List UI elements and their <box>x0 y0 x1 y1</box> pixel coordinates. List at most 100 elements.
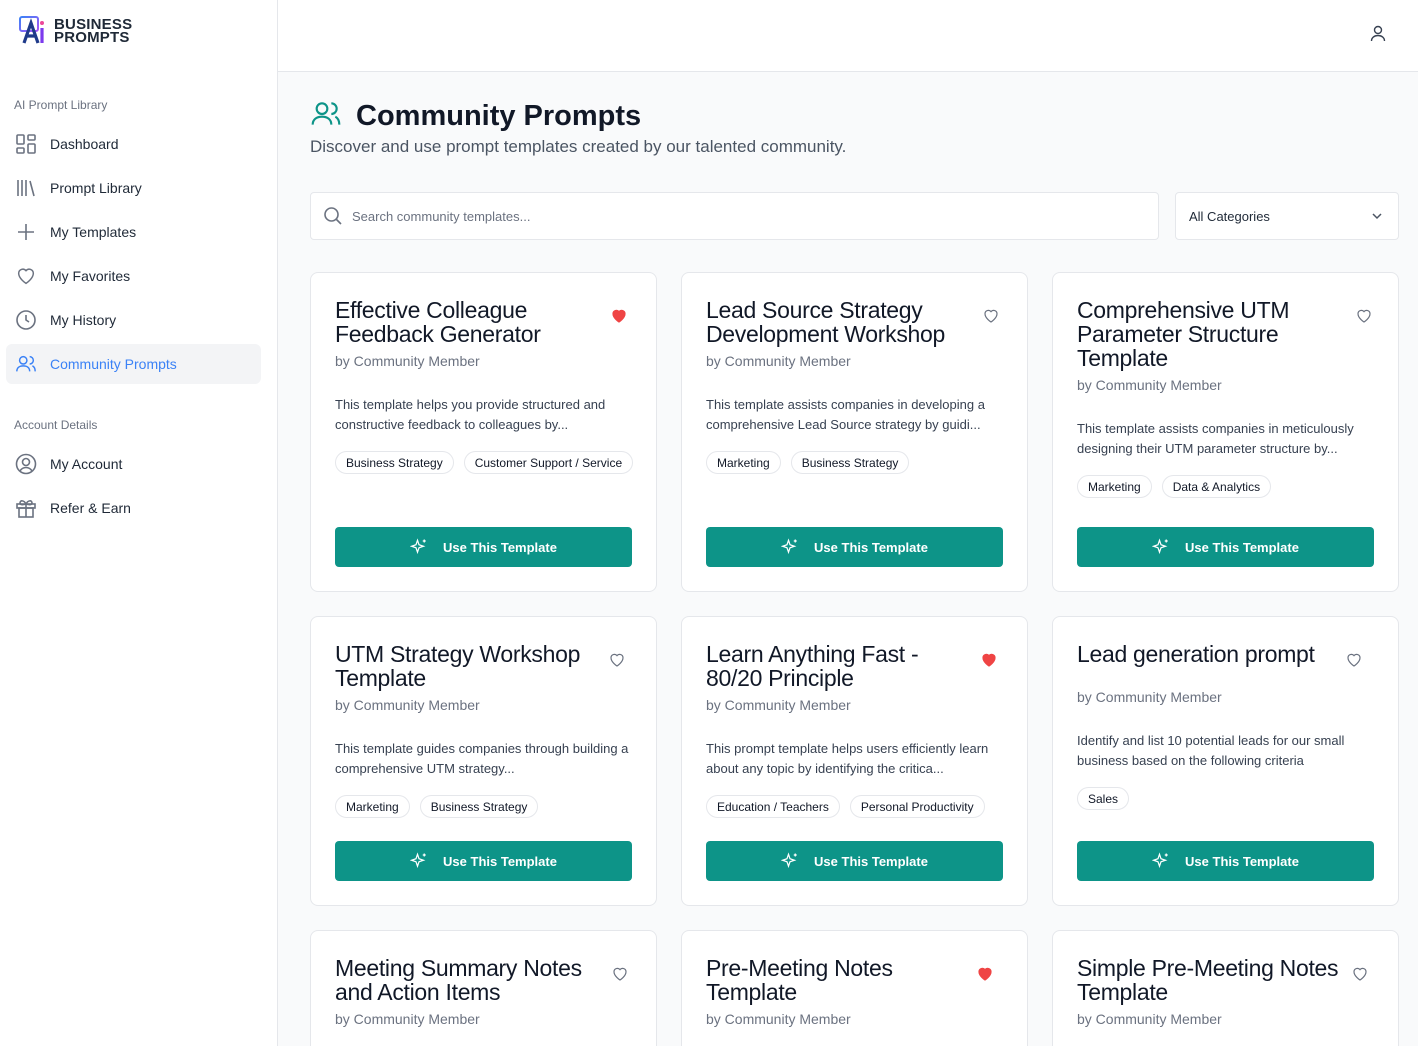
gift-icon <box>15 497 37 519</box>
use-template-button[interactable]: Use This Template <box>1077 841 1374 881</box>
template-card: Meeting Summary Notes and Action Items b… <box>310 930 657 1046</box>
category-tag[interactable]: Business Strategy <box>419 795 539 818</box>
favorite-heart-icon[interactable] <box>1351 965 1369 983</box>
section-label-library: AI Prompt Library <box>14 98 108 112</box>
brand-name: BUSINESS PROMPTS <box>54 17 132 46</box>
sidebar-item-community-prompts[interactable]: Community Prompts <box>6 344 261 384</box>
card-author: by Community Member <box>335 697 480 713</box>
brand-line2: PROMPTS <box>54 29 130 46</box>
category-tag[interactable]: Data & Analytics <box>1161 475 1272 498</box>
use-template-button[interactable]: Use This Template <box>706 841 1003 881</box>
favorite-heart-icon[interactable] <box>611 965 629 983</box>
sparkles-icon <box>781 538 797 555</box>
category-tag[interactable]: Marketing <box>335 795 410 818</box>
favorite-heart-icon[interactable] <box>982 307 1000 325</box>
favorite-heart-icon[interactable] <box>608 651 626 669</box>
category-tag[interactable]: Sales <box>1077 787 1130 810</box>
user-circle-icon <box>15 453 37 475</box>
card-title: Learn Anything Fast - 80/20 Principle <box>706 641 919 691</box>
card-title: Comprehensive UTM Parameter Structure Te… <box>1077 297 1290 371</box>
use-template-label: Use This Template <box>1185 853 1299 869</box>
category-tag[interactable]: Business Strategy <box>790 451 910 474</box>
sidebar: BUSINESS PROMPTS AI Prompt Library Dashb… <box>0 0 278 1046</box>
card-description: Identify and list 10 potential leads for… <box>1077 733 1345 768</box>
sidebar-item-label: My History <box>50 312 117 328</box>
plus-icon <box>15 221 37 243</box>
template-card: Effective Colleague Feedback Generator b… <box>310 272 657 592</box>
sidebar-item-dashboard[interactable]: Dashboard <box>6 124 261 164</box>
chevron-down-icon <box>1372 213 1382 220</box>
card-author: by Community Member <box>1077 689 1222 705</box>
sidebar-item-label: My Templates <box>50 224 137 240</box>
card-title: Lead Source Strategy Development Worksho… <box>706 297 946 347</box>
category-select-value: All Categories <box>1189 208 1270 224</box>
sidebar-item-my-favorites[interactable]: My Favorites <box>6 256 261 296</box>
search-input[interactable] <box>352 208 1132 224</box>
sidebar-item-refer-earn[interactable]: Refer & Earn <box>6 488 261 528</box>
sidebar-item-label: Refer & Earn <box>50 500 131 516</box>
sidebar-item-my-templates[interactable]: My Templates <box>6 212 261 252</box>
category-tag[interactable]: Personal Productivity <box>849 795 985 818</box>
card-author: by Community Member <box>1077 1011 1222 1027</box>
page-title: Community Prompts <box>356 100 642 132</box>
category-tag[interactable]: Business Strategy <box>335 451 454 474</box>
grid-icon <box>15 133 37 155</box>
use-template-label: Use This Template <box>814 539 928 555</box>
users-icon <box>310 98 342 135</box>
favorite-heart-icon[interactable] <box>610 307 628 325</box>
sidebar-item-label: Dashboard <box>50 136 119 152</box>
card-title: Simple Pre-Meeting Notes Template <box>1077 955 1339 1005</box>
category-tag[interactable]: Education / Teachers <box>706 795 840 818</box>
template-card: Comprehensive UTM Parameter Structure Te… <box>1052 272 1399 592</box>
sidebar-item-label: My Account <box>50 456 123 472</box>
card-description: This prompt template helps users efficie… <box>706 741 989 776</box>
use-template-button[interactable]: Use This Template <box>335 841 632 881</box>
category-tag[interactable]: Marketing <box>1077 475 1152 498</box>
card-author: by Community Member <box>335 1011 480 1027</box>
use-template-label: Use This Template <box>443 539 557 555</box>
sidebar-item-my-account[interactable]: My Account <box>6 444 261 484</box>
library-icon <box>15 177 37 199</box>
card-tags: Education / Teachers Personal Productivi… <box>706 795 1006 818</box>
sidebar-item-label: Prompt Library <box>50 180 142 196</box>
use-template-button[interactable]: Use This Template <box>335 527 632 567</box>
template-card: Lead Source Strategy Development Worksho… <box>681 272 1028 592</box>
favorite-heart-icon[interactable] <box>980 651 998 669</box>
favorite-heart-icon[interactable] <box>1345 651 1363 669</box>
category-tag[interactable]: Marketing <box>706 451 781 474</box>
card-description: This template assists companies in devel… <box>706 397 985 432</box>
category-tag[interactable]: Customer Support / Service <box>463 451 634 474</box>
use-template-button[interactable]: Use This Template <box>706 527 1003 567</box>
card-title: Pre-Meeting Notes Template <box>706 955 893 1005</box>
sparkles-icon <box>410 852 426 869</box>
sidebar-item-label: Community Prompts <box>50 356 177 372</box>
user-icon[interactable] <box>1368 23 1388 43</box>
sidebar-item-my-history[interactable]: My History <box>6 300 261 340</box>
template-card: Lead generation prompt by Community Memb… <box>1052 616 1399 906</box>
card-tags: Marketing Business Strategy <box>706 451 1006 474</box>
card-tags: Marketing Data & Analytics <box>1077 475 1377 498</box>
card-title: Effective Colleague Feedback Generator <box>335 297 541 347</box>
use-template-button[interactable]: Use This Template <box>1077 527 1374 567</box>
template-card: Simple Pre-Meeting Notes Template by Com… <box>1052 930 1399 1046</box>
users-icon <box>15 353 37 375</box>
favorite-heart-icon[interactable] <box>976 965 994 983</box>
card-author: by Community Member <box>335 353 480 369</box>
section-label-account: Account Details <box>14 418 98 432</box>
sparkles-icon <box>1152 852 1168 869</box>
card-tags: Business Strategy Customer Support / Ser… <box>335 451 635 474</box>
top-bar <box>278 0 1418 72</box>
card-author: by Community Member <box>706 1011 851 1027</box>
search-box[interactable] <box>310 192 1159 240</box>
card-title: Lead generation prompt <box>1077 641 1315 667</box>
favorite-heart-icon[interactable] <box>1355 307 1373 325</box>
logo-icon <box>18 16 52 46</box>
card-author: by Community Member <box>706 697 851 713</box>
use-template-label: Use This Template <box>443 853 557 869</box>
brand-logo[interactable]: BUSINESS PROMPTS <box>18 16 132 46</box>
template-card: Learn Anything Fast - 80/20 Principle by… <box>681 616 1028 906</box>
card-author: by Community Member <box>706 353 851 369</box>
page-header: Community Prompts <box>310 98 641 135</box>
sidebar-item-prompt-library[interactable]: Prompt Library <box>6 168 261 208</box>
category-select[interactable]: All Categories <box>1175 192 1399 240</box>
